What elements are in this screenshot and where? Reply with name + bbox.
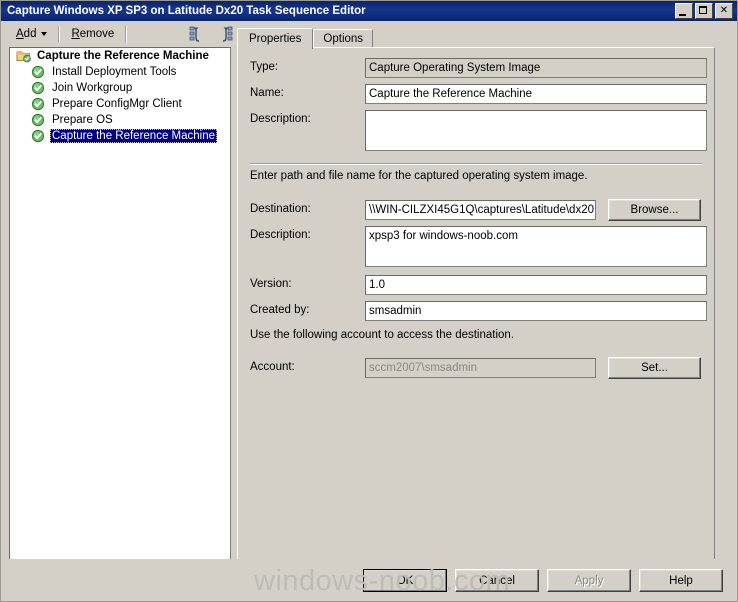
window-controls: ✕ [675,3,735,19]
close-icon: ✕ [719,5,729,16]
tree-root-label: Capture the Reference Machine [37,50,209,62]
type-label: Type: [250,61,279,73]
remove-label: Remove [71,28,114,40]
properties-tab-panel: Type: Capture Operating System Image Nam… [237,47,715,565]
account-field: sccm2007\smsadmin [365,358,596,378]
minimize-button[interactable] [675,3,693,19]
version-label: Version: [250,278,292,290]
remove-button[interactable]: Remove [64,25,121,43]
account-label: Account: [250,361,295,373]
destination-input[interactable]: \\WIN-CILZXI45G1Q\captures\Latitude\dx20 [365,200,596,220]
tree-item-prepare-configmgr-client[interactable]: Prepare ConfigMgr Client [10,96,230,112]
step-description-row: Description: [250,110,707,151]
green-check-icon [31,65,46,79]
destination-row: Destination: \\WIN-CILZXI45G1Q\captures\… [250,200,596,220]
destination-label: Destination: [250,203,311,215]
browse-button[interactable]: Browse... [608,199,701,221]
add-accel: A [16,28,24,40]
tree-item-label: Prepare ConfigMgr Client [52,98,182,110]
apply-button: Apply [547,569,631,592]
folder-check-icon [16,49,31,63]
toolbar-icon-group [189,25,236,43]
created-by-row: Created by: smsadmin [250,301,707,321]
green-check-icon [31,81,46,95]
account-row: Account: sccm2007\smsadmin [250,358,596,378]
tree-item-join-workgroup[interactable]: Join Workgroup [10,80,230,96]
green-check-icon [31,97,46,111]
image-description-input[interactable]: xpsp3 for windows-noob.com [365,226,707,267]
tree-item-prepare-os[interactable]: Prepare OS [10,112,230,128]
image-description-label: Description: [250,229,311,241]
add-button[interactable]: Add [9,25,54,43]
version-input[interactable]: 1.0 [365,275,707,295]
task-sequence-editor-window: Capture Windows XP SP3 on Latitude Dx20 … [0,0,738,602]
account-hint-text: Use the following account to access the … [250,329,515,341]
help-button[interactable]: Help [639,569,723,592]
step-description-input[interactable] [365,110,707,151]
name-row: Name: Capture the Reference Machine [250,84,707,104]
version-row: Version: 1.0 [250,275,707,295]
tab-strip: Properties Options [237,28,374,49]
set-button[interactable]: Set... [608,357,701,379]
type-row: Type: Capture Operating System Image [250,58,707,78]
toolbar-separator-2 [125,25,128,43]
tree-item-label: Join Workgroup [52,82,133,94]
task-sequence-tree[interactable]: Capture the Reference Machine Install De… [9,47,231,565]
add-label: Add [16,28,36,40]
dialog-footer: windows-noob.com OK Cancel Apply Help [1,559,737,601]
maximize-icon [699,6,707,14]
window-title: Capture Windows XP SP3 on Latitude Dx20 … [7,5,366,17]
title-bar: Capture Windows XP SP3 on Latitude Dx20 … [1,1,737,21]
type-field: Capture Operating System Image [365,58,707,78]
separator-1 [250,163,702,165]
step-description-label: Description: [250,113,311,125]
created-by-label: Created by: [250,304,310,316]
maximize-button[interactable] [695,3,713,19]
tree-item-label: Prepare OS [52,114,113,126]
move-down-icon[interactable] [216,25,236,43]
image-description-row: Description: xpsp3 for windows-noob.com [250,226,707,267]
created-by-input[interactable]: smsadmin [365,301,707,321]
tree-item-label: Capture the Reference Machine [50,129,218,143]
chevron-down-icon [41,32,48,36]
remove-rest: emove [79,28,115,40]
add-rest: dd [23,28,37,40]
green-check-icon [31,129,46,143]
editor-body: Capture the Reference Machine Install De… [1,28,737,565]
cancel-button[interactable]: Cancel [455,569,539,592]
tree-item-install-deployment-tools[interactable]: Install Deployment Tools [10,64,230,80]
tab-options[interactable]: Options [313,29,374,47]
tab-properties[interactable]: Properties [237,28,314,49]
green-check-icon [31,113,46,127]
path-hint-text: Enter path and file name for the capture… [250,170,588,182]
minimize-icon [679,14,686,16]
move-up-icon[interactable] [189,25,209,43]
tree-item-label: Install Deployment Tools [52,66,177,78]
name-label: Name: [250,87,284,99]
tree-item-capture-the-reference-machine[interactable]: Capture the Reference Machine [10,128,230,144]
toolbar-separator-1 [58,25,61,43]
close-button[interactable]: ✕ [715,3,733,19]
name-input[interactable]: Capture the Reference Machine [365,84,707,104]
tree-root-item[interactable]: Capture the Reference Machine [10,48,230,64]
ok-button[interactable]: OK [363,569,447,592]
remove-accel: R [71,28,80,40]
